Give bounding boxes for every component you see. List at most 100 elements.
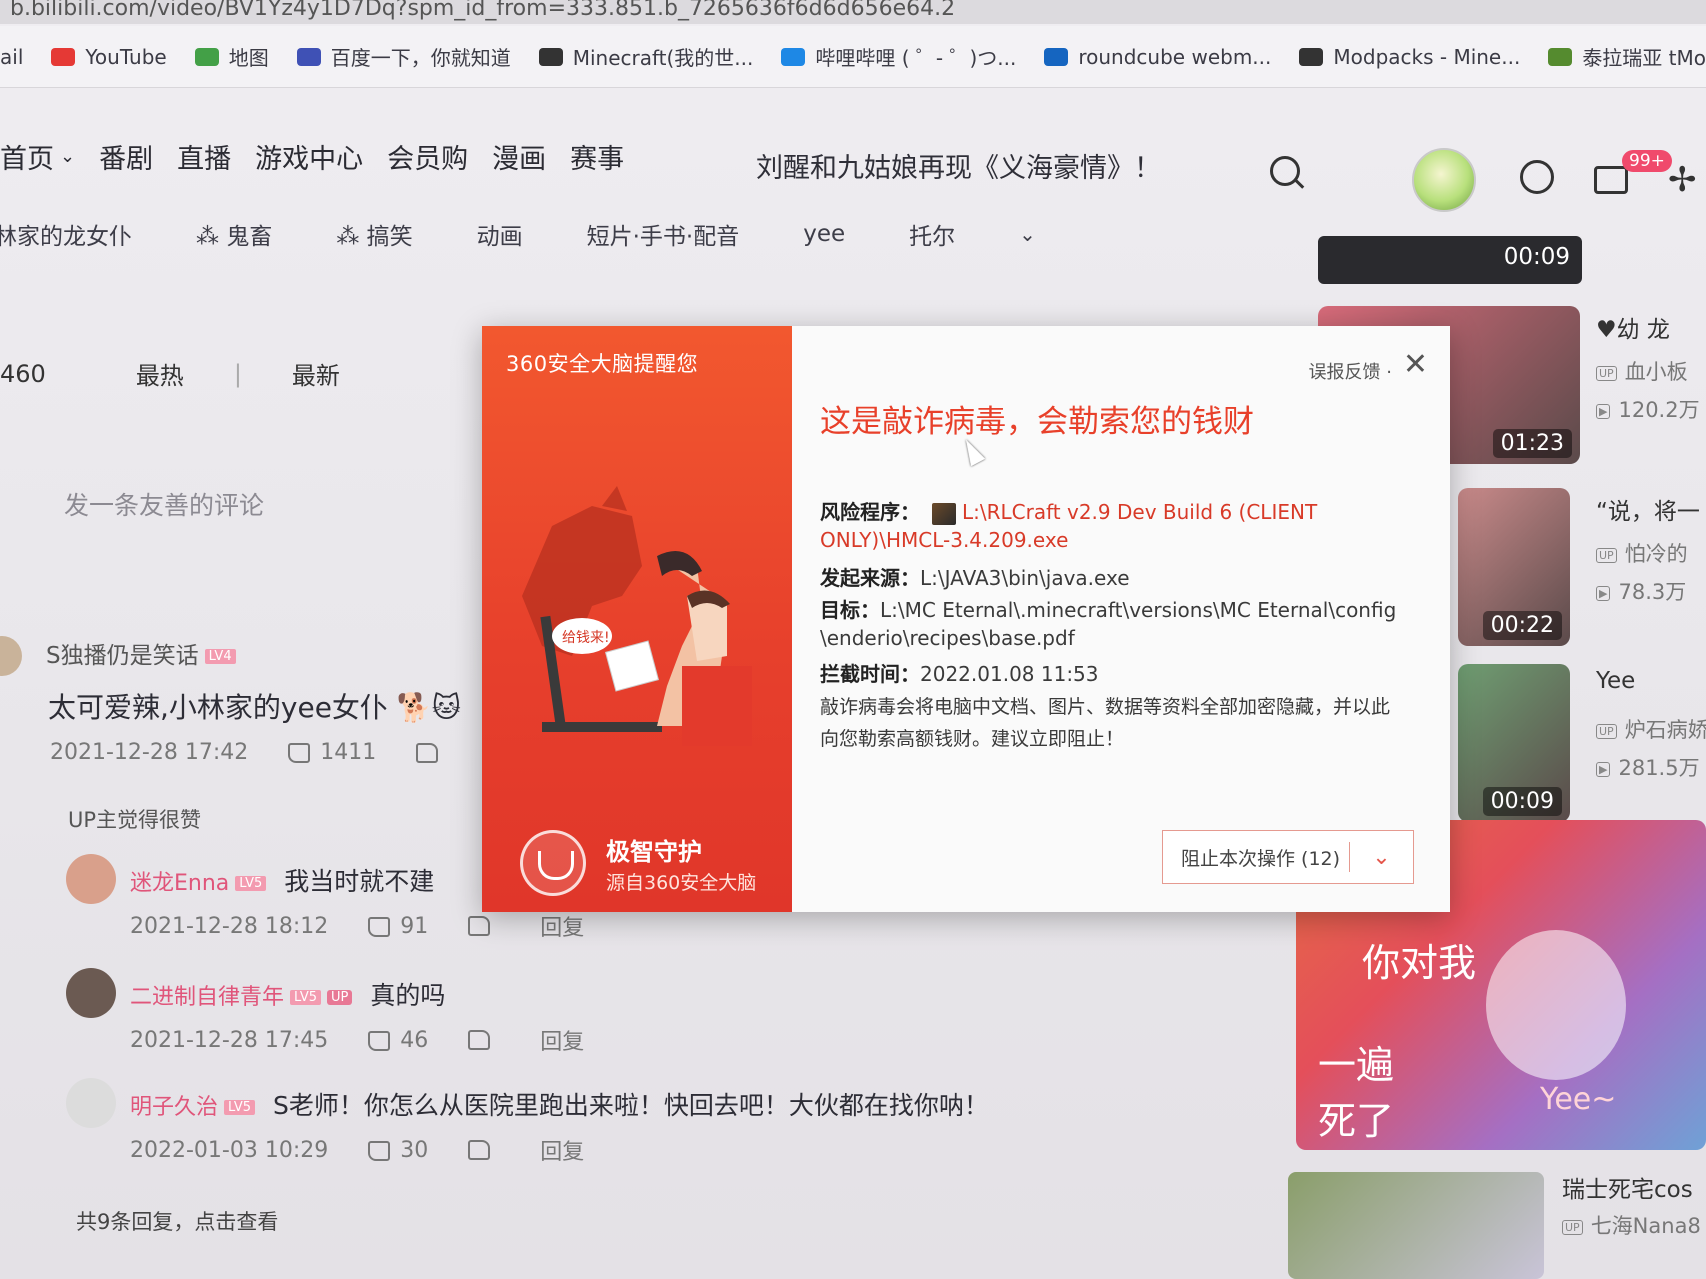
video-uploader[interactable]: UP 怕冷的 xyxy=(1596,538,1688,568)
vip-icon[interactable] xyxy=(1520,160,1554,194)
video-title[interactable]: “说，将一 xyxy=(1596,492,1700,526)
bookmark-label: 地图 xyxy=(228,46,269,70)
thumbs-down-icon[interactable] xyxy=(468,1140,491,1160)
uploader-name: 七海Nana8 xyxy=(1590,1214,1701,1238)
video-title[interactable]: Yee xyxy=(1596,668,1635,694)
video-title[interactable]: 瑞士死宅cos xyxy=(1562,1170,1693,1204)
user-avatar[interactable] xyxy=(1412,148,1476,212)
alert-title: 这是敲诈病毒，会勒索您的钱财 xyxy=(820,404,1254,440)
comment-input[interactable]: 发一条友善的评论 xyxy=(64,486,264,522)
reply-username[interactable]: 迷龙Enna xyxy=(130,871,229,896)
bookmark-item[interactable]: Modpacks - Mine... xyxy=(1299,45,1520,69)
block-operation-button[interactable]: 阻止本次操作 (12) ⌄ xyxy=(1162,830,1414,884)
bookmark-item[interactable]: YouTube xyxy=(51,44,167,69)
comment-body: 太可爱辣,小林家的yee女仆 xyxy=(48,691,388,724)
reply-username[interactable]: 二进制自律青年 xyxy=(130,985,284,1010)
video-card-top[interactable]: 00:09 xyxy=(1318,236,1582,284)
video-title[interactable]: ♥幼 龙 xyxy=(1596,310,1670,344)
nav-esports[interactable]: 赛事 xyxy=(570,137,624,176)
guard-subtitle: 源自360安全大脑 xyxy=(606,872,757,894)
reply-username[interactable]: 明子久治 xyxy=(130,1095,218,1120)
like-button[interactable]: 30 xyxy=(368,1138,428,1163)
up-liked-label: UP主觉得很赞 xyxy=(68,808,202,832)
avatar[interactable] xyxy=(66,1078,116,1128)
target-value-cont: \enderio\recipes\base.pdf xyxy=(820,626,1075,650)
report-label: 误报反馈 xyxy=(1308,362,1381,383)
sort-new-tab[interactable]: 最新 xyxy=(292,356,340,391)
tag-item[interactable]: 动画 xyxy=(477,217,523,251)
video-uploader[interactable]: UP 七海Nana8 xyxy=(1562,1210,1701,1240)
thumbs-down-icon[interactable] xyxy=(468,1030,491,1050)
alert-description: 敲诈病毒会将电脑中文档、图片、数据等资料全部加密隐藏，并以此 xyxy=(820,696,1391,718)
source-label: 发起来源： xyxy=(820,566,920,590)
bookmark-label: YouTube xyxy=(85,44,167,69)
chevron-down-icon[interactable]: ⌄ xyxy=(1350,845,1413,870)
video-views: ▶ 78.3万 xyxy=(1596,576,1686,606)
reply-meta: 2021-12-28 17:45 46 回复 xyxy=(130,1024,584,1056)
sort-hot-tab[interactable]: 最热 xyxy=(136,356,184,391)
video-duration: 00:09 xyxy=(1503,244,1570,270)
video-thumbnail[interactable] xyxy=(1288,1172,1544,1279)
bookmark-item[interactable]: 泰拉瑞亚 tModLoa xyxy=(1548,42,1706,71)
thumbs-up-icon xyxy=(368,916,391,937)
tag-item[interactable]: ⁂ 搞笑 xyxy=(336,217,412,251)
reply-line: 二进制自律青年 LV5 UP 真的吗 xyxy=(130,976,445,1012)
close-icon[interactable]: ✕ xyxy=(1403,350,1428,380)
bookmark-item[interactable]: 百度一下，你就知道 xyxy=(296,42,511,71)
like-button[interactable]: 91 xyxy=(368,914,428,939)
nav-vip-shop[interactable]: 会员购 xyxy=(387,137,468,176)
search-headline[interactable]: 刘醒和九姑娘再现《义海豪情》！ xyxy=(756,146,1161,185)
security-alert-dialog: 360安全大脑提醒您 给钱来! 极智守护 源自360安全大脑 误报反馈 · ✕ … xyxy=(482,326,1450,912)
nav-anime[interactable]: 番剧 xyxy=(99,137,153,176)
reply-button[interactable]: 回复 xyxy=(540,910,584,942)
reply-button[interactable]: 回复 xyxy=(540,1024,584,1056)
fan-icon[interactable]: ✢ xyxy=(1668,160,1697,200)
view-more-replies[interactable]: 共9条回复，点击查看 xyxy=(76,1206,278,1236)
report-false-positive-link[interactable]: 误报反馈 · xyxy=(1309,358,1392,384)
username-text: S独播仍是笑话 xyxy=(46,643,199,669)
nav-game-center[interactable]: 游戏中心 xyxy=(255,137,363,176)
bookmark-label: 泰拉瑞亚 tModLoa xyxy=(1582,46,1706,70)
address-bar[interactable]: b.bilibili.com/video/BV1Yz4y1D7Dq?spm_id… xyxy=(0,0,1706,24)
source-value: L:\JAVA3\bin\java.exe xyxy=(920,566,1130,590)
bookmark-item[interactable]: ail xyxy=(0,45,23,69)
nav-manga[interactable]: 漫画 xyxy=(492,137,546,176)
avatar[interactable] xyxy=(66,854,116,904)
reply-text: S老师！你怎么从医院里跑出来啦！快回去吧！大伙都在找你呐！ xyxy=(273,1091,989,1120)
video-uploader[interactable]: UP 血小板 xyxy=(1596,356,1688,386)
thumbs-down-icon[interactable] xyxy=(416,742,439,763)
video-uploader[interactable]: UP 炉石病娇 xyxy=(1596,714,1706,744)
like-button[interactable]: 1411 xyxy=(288,740,376,765)
bookmark-item[interactable]: 地图 xyxy=(194,42,269,71)
tag-item[interactable]: 托尔 xyxy=(909,217,955,251)
minecraft-icon xyxy=(538,47,563,66)
tag-item[interactable]: 林家的龙女仆 xyxy=(0,217,132,251)
bookmark-item[interactable]: Minecraft(我的世... xyxy=(538,42,753,71)
tag-item[interactable]: yee xyxy=(803,221,845,247)
tag-item[interactable]: 短片·手书·配音 xyxy=(587,217,740,251)
avatar[interactable] xyxy=(66,968,116,1018)
video-thumbnail[interactable]: 00:22 xyxy=(1458,488,1570,646)
comment-username[interactable]: S独播仍是笑话 LV4 xyxy=(46,636,236,670)
ad-text: 死了 xyxy=(1318,1099,1395,1143)
thumbs-down-icon[interactable] xyxy=(468,916,491,936)
avatar[interactable] xyxy=(0,636,22,676)
nav-home[interactable]: 首页 xyxy=(0,137,54,176)
alert-description-cont: 向您勒索高额钱财。建议立即阻止！ xyxy=(820,728,1125,750)
comment-time: 2021-12-28 17:42 xyxy=(50,740,249,765)
up-icon: UP xyxy=(1562,1219,1583,1235)
reply-meta: 2021-12-28 18:12 91 回复 xyxy=(130,910,584,942)
chevron-down-icon[interactable]: ⌄ xyxy=(1019,222,1036,246)
message-icon[interactable] xyxy=(1594,166,1628,194)
reply-button[interactable]: 回复 xyxy=(540,1134,584,1166)
nav-live[interactable]: 直播 xyxy=(177,137,231,176)
chevron-down-icon[interactable]: ⌄ xyxy=(60,146,75,167)
play-icon: ▶ xyxy=(1596,761,1611,777)
like-button[interactable]: 46 xyxy=(368,1028,428,1053)
bookmark-item[interactable]: roundcube webm... xyxy=(1044,45,1271,69)
time-value: 2022.01.08 11:53 xyxy=(920,662,1099,686)
bookmark-label: ail xyxy=(0,44,24,69)
tag-item[interactable]: ⁂ 鬼畜 xyxy=(196,217,272,251)
video-thumbnail[interactable]: 00:09 xyxy=(1458,664,1570,822)
bookmark-item[interactable]: 哔哩哔哩 ( ゜- ゜)つ... xyxy=(781,42,1016,71)
